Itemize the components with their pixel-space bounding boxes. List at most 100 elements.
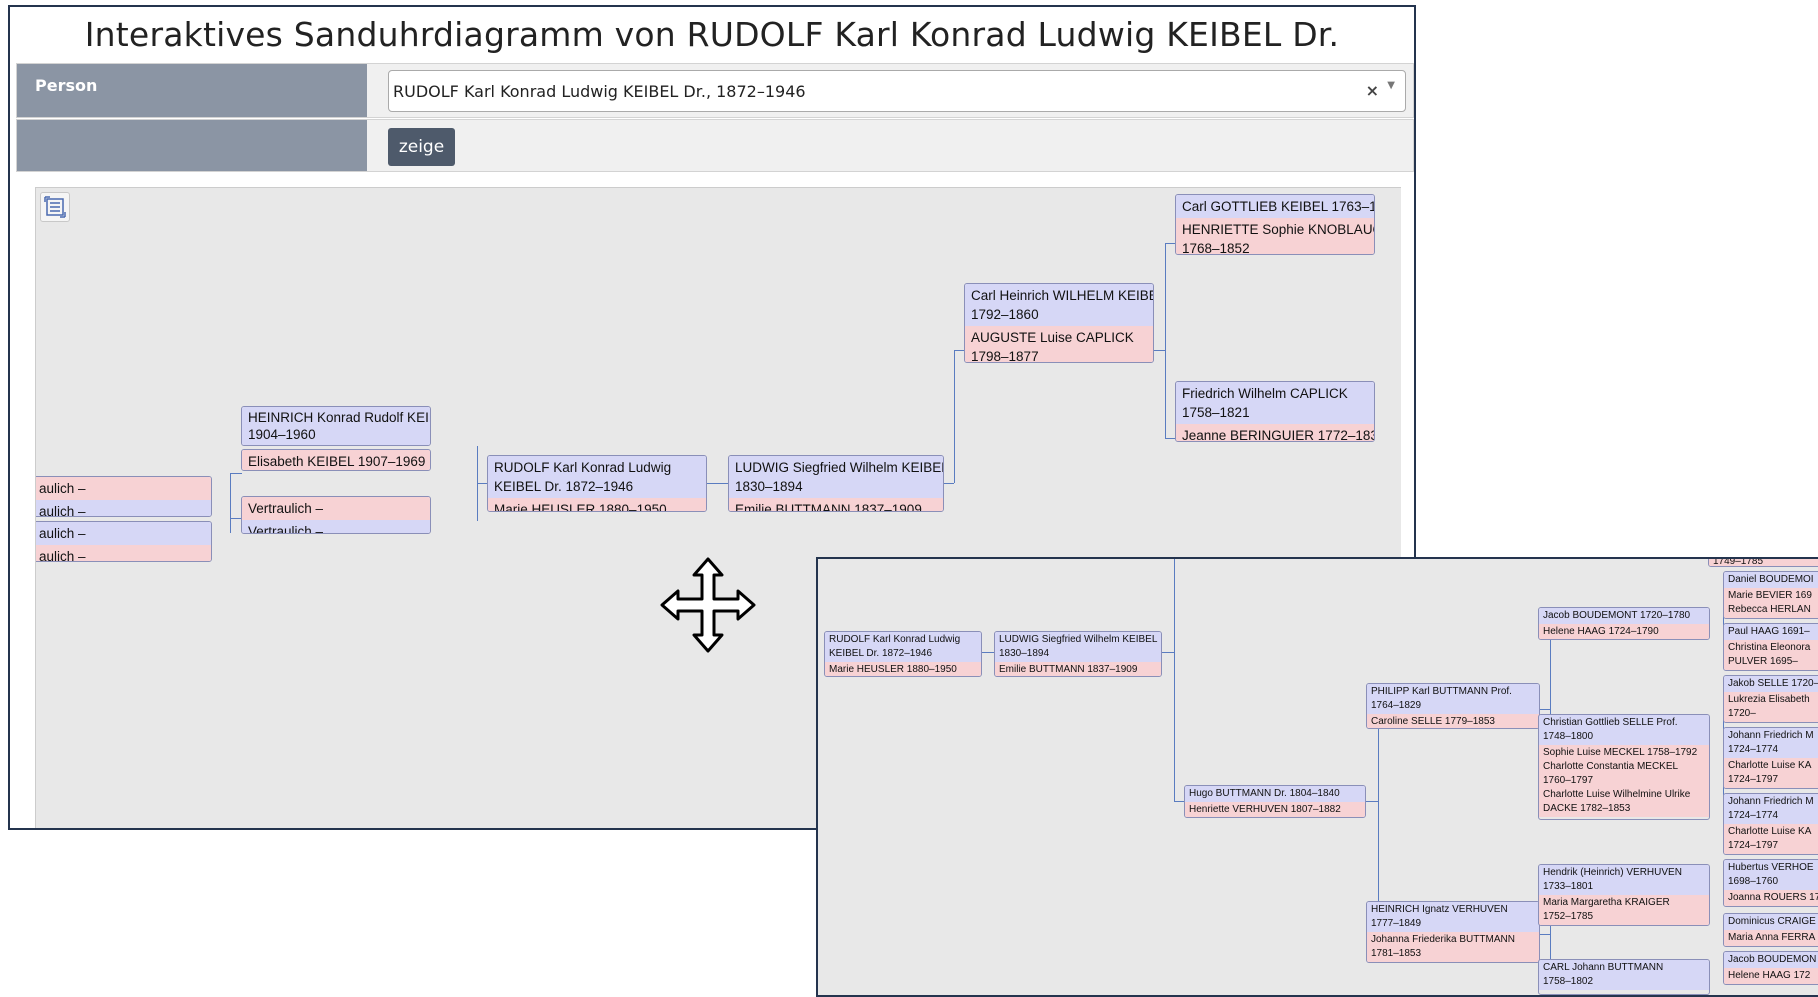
person-node-hugo[interactable]: Hugo BUTTMANN Dr. 1804–1840 Henriette VE… — [1184, 785, 1366, 818]
node-female: Maria Anna FERRA — [1724, 930, 1818, 946]
node-female: Charlotte Luise KA 1724–1797 — [1724, 824, 1818, 854]
node-line: Rebecca HERLAN — [1728, 604, 1811, 615]
node-male: Paul HAAG 1691– — [1724, 624, 1818, 640]
node-line: Charlotte Luise KA — [1728, 826, 1812, 837]
node-female: Helene HAAG 172 — [1724, 968, 1818, 984]
person-node-wilhelm[interactable]: Carl Heinrich WILHELM KEIBEL 1792–1860 A… — [964, 283, 1154, 363]
chevron-down-icon[interactable]: ▼ — [1387, 80, 1395, 91]
node-line: CARL Johann BUTTMANN — [1543, 962, 1664, 973]
node-male: LUDWIG Siegfried Wilhelm KEIBEL 1830–189… — [729, 456, 943, 498]
person-select-value: RUDOLF Karl Konrad Ludwig KEIBEL Dr., 18… — [393, 82, 806, 101]
node-line: PULVER 1695– — [1728, 656, 1798, 667]
person-node-ludwig[interactable]: LUDWIG Siegfried Wilhelm KEIBEL 1830–189… — [994, 631, 1162, 677]
node-line: 1724–1774 — [1728, 744, 1779, 755]
zoom-panel[interactable]: 1749–1785 RUDOLF Karl Konrad Ludwig KEIB… — [816, 557, 1818, 997]
node-female: Helene HAAG 1724–1790 — [1539, 624, 1709, 639]
person-node-rudolf[interactable]: RUDOLF Karl Konrad Ludwig KEIBEL Dr. 187… — [487, 455, 707, 512]
descendant-node-b[interactable]: aulich – aulich – — [36, 521, 212, 562]
node-female: Jeanne BERINGUIER 1772–183 — [1176, 424, 1374, 441]
node-female: HENRIETTE Sophie KNOBLAUC 1768–1852 — [1176, 218, 1375, 254]
person-node-jacob[interactable]: Jacob BOUDEMONT 1720–1780 Helene HAAG 17… — [1538, 607, 1710, 640]
node-line: Johanna Friederika BUTTMANN — [1371, 934, 1515, 945]
node-female: Emilie BUTTMANN 1837–1909 — [729, 498, 943, 511]
person-node-vertraulich[interactable]: Vertraulich – Vertraulich – — [241, 496, 431, 534]
node-male: Hubertus VERHOE 1698–1760 — [1724, 860, 1818, 890]
node-male: Carl Heinrich WILHELM KEIBEL 1792–1860 — [965, 284, 1153, 326]
node-line: Charlotte Luise Wilhelmine Ulrike — [1543, 789, 1691, 800]
node-male: HEINRICH Ignatz VERHUVEN 1777–1849 — [1367, 902, 1539, 932]
node-male: RUDOLF Karl Konrad Ludwig KEIBEL Dr. 187… — [825, 632, 981, 662]
node-male: HEINRICH Konrad Rudolf KEIBEL 1904–1960 — [242, 407, 430, 445]
person-node-caplick[interactable]: Friedrich Wilhelm CAPLICK 1758–1821 Jean… — [1175, 381, 1375, 442]
node-line: 1792–1860 — [971, 307, 1039, 322]
person-node-carl[interactable]: CARL Johann BUTTMANN 1758–1802 — [1538, 959, 1710, 995]
node-female: aulich – — [36, 477, 211, 500]
descendant-node-a[interactable]: aulich – aulich – — [36, 476, 212, 517]
person-node-r1[interactable]: Daniel BOUDEMOI Marie BEVIER 169 Rebecca… — [1723, 571, 1818, 619]
node-line: Hubertus VERHOE — [1728, 862, 1814, 873]
node-line: AUGUSTE Luise CAPLICK — [971, 330, 1134, 345]
node-line: 1720– — [1728, 708, 1756, 719]
node-male: Carl GOTTLIEB KEIBEL 1763–18 — [1176, 195, 1374, 218]
person-node-rudolf[interactable]: RUDOLF Karl Konrad Ludwig KEIBEL Dr. 187… — [824, 631, 982, 677]
node-line: Maria Margaretha KRAIGER — [1543, 897, 1670, 908]
node-male: Jakob SELLE 1720– — [1724, 676, 1818, 692]
node-male: Johann Friedrich M 1724–1774 — [1724, 794, 1818, 824]
move-cursor-icon — [658, 555, 758, 655]
node-line: RUDOLF Karl Konrad Ludwig — [494, 460, 672, 475]
person-node-gottlieb[interactable]: Carl GOTTLIEB KEIBEL 1763–18 HENRIETTE S… — [1175, 194, 1375, 255]
node-line: 1724–1774 — [1728, 810, 1779, 821]
node-line: Carl Heinrich WILHELM KEIBEL — [971, 288, 1154, 303]
node-line: 1777–1849 — [1371, 918, 1422, 929]
node-female: Marie BEVIER 169 Rebecca HERLAN — [1724, 588, 1818, 618]
person-node-r3[interactable]: Jakob SELLE 1720– Lukrezia Elisabeth 172… — [1723, 675, 1818, 723]
node-male: Friedrich Wilhelm CAPLICK 1758–1821 — [1176, 382, 1374, 424]
node-line: 1781–1853 — [1371, 948, 1422, 959]
person-label: Person — [17, 64, 367, 117]
person-node-heinrich-verhuven[interactable]: HEINRICH Ignatz VERHUVEN 1777–1849 Johan… — [1366, 901, 1540, 963]
node-line: HEINRICH Konrad Rudolf KEIBEL — [248, 410, 430, 425]
node-male: Hugo BUTTMANN Dr. 1804–1840 — [1185, 786, 1365, 802]
node-male: Vertraulich – — [242, 520, 430, 533]
node-line: LUDWIG Siegfried Wilhelm KEIBEL — [735, 460, 944, 475]
person-node-heinrich[interactable]: HEINRICH Konrad Rudolf KEIBEL 1904–1960 — [241, 406, 431, 446]
fullscreen-icon[interactable] — [40, 192, 70, 222]
person-node-r5[interactable]: Johann Friedrich M 1724–1774 Charlotte L… — [1723, 793, 1818, 855]
node-male: Jacob BOUDEMON — [1724, 952, 1818, 968]
node-line: Marie BEVIER 169 — [1728, 590, 1812, 601]
person-node-r6[interactable]: Hubertus VERHOE 1698–1760 Joanna ROUERS … — [1723, 859, 1818, 907]
show-button[interactable]: zeige — [388, 128, 455, 166]
node-line: 1758–1821 — [1182, 405, 1250, 420]
node-line: HENRIETTE Sophie KNOBLAUC — [1182, 222, 1375, 237]
node-male: aulich – — [36, 522, 211, 545]
node-female: Christina Eleonora PULVER 1695– — [1724, 640, 1818, 670]
node-female: Vertraulich – — [242, 497, 430, 520]
node-line: Lukrezia Elisabeth — [1728, 694, 1810, 705]
person-node-r2[interactable]: Paul HAAG 1691– Christina Eleonora PULVE… — [1723, 623, 1818, 671]
person-node-ludwig[interactable]: LUDWIG Siegfried Wilhelm KEIBEL 1830–189… — [728, 455, 944, 512]
action-row: zeige — [16, 119, 1414, 172]
node-female: Charlotte Luise KA 1724–1797 — [1724, 758, 1818, 788]
clipped-node[interactable]: 1749–1785 — [1708, 559, 1818, 567]
node-male: Dominicus CRAIGE — [1724, 914, 1818, 930]
node-line: 1724–1797 — [1728, 840, 1779, 851]
person-node-philipp[interactable]: PHILIPP Karl BUTTMANN Prof. 1764–1829 Ca… — [1366, 683, 1540, 729]
person-node-r8[interactable]: Jacob BOUDEMON Helene HAAG 172 — [1723, 951, 1818, 985]
node-male: RUDOLF Karl Konrad Ludwig KEIBEL Dr. 187… — [488, 456, 706, 498]
node-female: Emilie BUTTMANN 1837–1909 — [995, 662, 1161, 676]
node-male: Hendrik (Heinrich) VERHUVEN 1733–1801 — [1539, 865, 1709, 895]
person-node-r7[interactable]: Dominicus CRAIGE Maria Anna FERRA — [1723, 913, 1818, 947]
person-node-christian[interactable]: Christian Gottlieb SELLE Prof. 1748–1800… — [1538, 714, 1710, 820]
node-line: KEIBEL Dr. 1872–1946 — [829, 648, 933, 659]
node-female: Caroline SELLE 1779–1853 — [1367, 714, 1539, 728]
clear-icon[interactable]: × — [1366, 81, 1379, 100]
node-male: CARL Johann BUTTMANN 1758–1802 — [1539, 960, 1709, 990]
node-line: 1830–1894 — [735, 479, 803, 494]
node-line: KEIBEL Dr. 1872–1946 — [494, 479, 634, 494]
node-male: LUDWIG Siegfried Wilhelm KEIBEL 1830–189… — [995, 632, 1161, 662]
person-node-elisabeth[interactable]: Elisabeth KEIBEL 1907–1969 — [241, 449, 431, 471]
person-node-hendrik[interactable]: Hendrik (Heinrich) VERHUVEN 1733–1801 Ma… — [1538, 864, 1710, 926]
person-node-r4[interactable]: Johann Friedrich M 1724–1774 Charlotte L… — [1723, 727, 1818, 789]
node-line: 1733–1801 — [1543, 881, 1594, 892]
person-select[interactable]: RUDOLF Karl Konrad Ludwig KEIBEL Dr., 18… — [388, 70, 1406, 112]
